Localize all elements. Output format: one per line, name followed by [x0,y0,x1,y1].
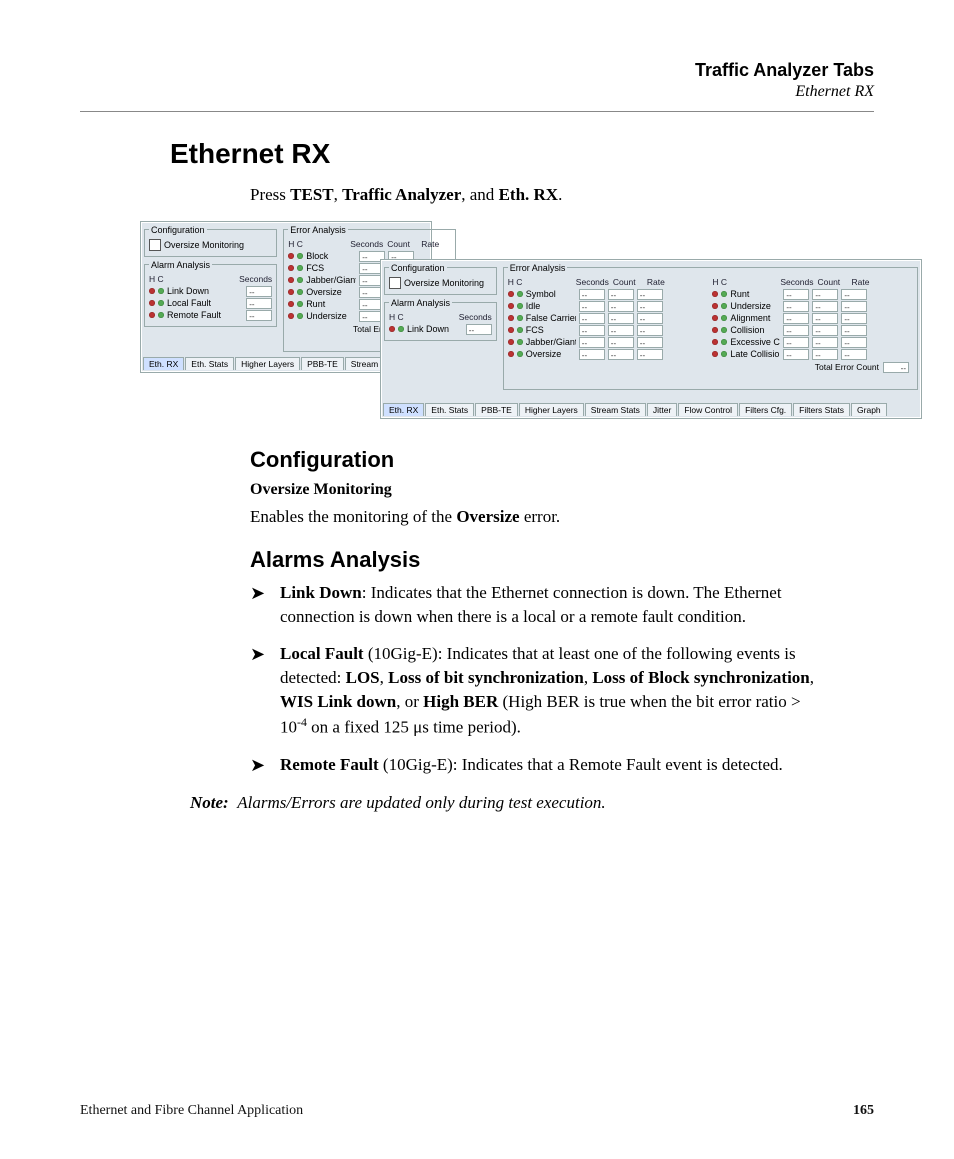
error-row: Runt------ [712,289,913,300]
alarm-label: Link Down [167,286,209,296]
tab-button[interactable]: Eth. RX [143,357,184,370]
error-row: Collision------ [712,325,913,336]
error-group: Error Analysis H CSecondsCountRate Symbo… [503,263,918,390]
footer-left: Ethernet and Fibre Channel Application [80,1103,303,1119]
alarms-heading: Alarms Analysis [250,547,874,573]
tab-button[interactable]: Eth. RX [383,403,424,416]
list-item: Local Fault (10Gig-E): Indicates that at… [250,642,814,739]
tab-button[interactable]: PBB-TE [475,403,518,416]
error-row: Jabber/Giant------ [508,337,709,348]
alarm-label: Remote Fault [167,310,221,320]
alarm-label: Link Down [407,324,449,334]
list-item: Link Down: Indicates that the Ethernet c… [250,581,814,629]
error-row: Alignment------ [712,313,913,324]
tab-button[interactable]: Higher Layers [519,403,584,416]
list-item: Remote Fault (10Gig-E): Indicates that a… [250,753,814,777]
page-number: 165 [853,1103,874,1119]
alarm-group: Alarm Analysis H CSeconds Link Down-- [384,298,497,341]
tab-button[interactable]: PBB-TE [301,357,344,370]
error-row: Undersize------ [712,301,913,312]
alarm-label: Local Fault [167,298,211,308]
error-row: Idle------ [508,301,709,312]
alarms-list: Link Down: Indicates that the Ethernet c… [250,581,814,777]
oversize-subheading: Oversize Monitoring [250,481,874,499]
tab-button[interactable]: Flow Control [678,403,738,416]
oversize-checkbox[interactable] [149,239,161,251]
tab-button[interactable]: Higher Layers [235,357,300,370]
tab-button[interactable]: Stream Stats [585,403,646,416]
header-rule [80,111,874,112]
error-row: Symbol------ [508,289,709,300]
page-title: Ethernet RX [170,138,874,170]
screenshot-large-panel: Configuration Oversize Monitoring Alarm … [380,259,922,419]
configuration-text: Enables the monitoring of the Oversize e… [250,505,814,529]
error-row: Oversize------ [508,349,709,360]
error-row: Late Collision------ [712,349,913,360]
note-paragraph: Note: Alarms/Errors are updated only dur… [190,791,814,815]
intro-paragraph: Press TEST, Traffic Analyzer, and Eth. R… [250,184,874,207]
error-row: Excessive Col.------ [712,337,913,348]
error-row: False Carrier------ [508,313,709,324]
configuration-heading: Configuration [250,447,874,473]
tab-button[interactable]: Graph [851,403,887,416]
oversize-checkbox[interactable] [389,277,401,289]
error-row: FCS------ [508,325,709,336]
alarm-group: Alarm Analysis H CSeconds Link Down-- Lo… [144,260,277,327]
tab-button[interactable]: Jitter [647,403,677,416]
tab-button[interactable]: Eth. Stats [425,403,474,416]
tab-button[interactable]: Filters Stats [793,403,850,416]
config-group: Configuration Oversize Monitoring [144,225,277,257]
tab-button[interactable]: Eth. Stats [185,357,234,370]
tabs-bar: Eth. RXEth. StatsPBB-TEHigher LayersStre… [383,403,919,416]
config-group: Configuration Oversize Monitoring [384,263,497,295]
running-topic: Ethernet RX [80,83,874,101]
tab-button[interactable]: Filters Cfg. [739,403,792,416]
screenshot-figure: Configuration Oversize Monitoring Alarm … [140,221,874,421]
running-chapter: Traffic Analyzer Tabs [80,60,874,81]
